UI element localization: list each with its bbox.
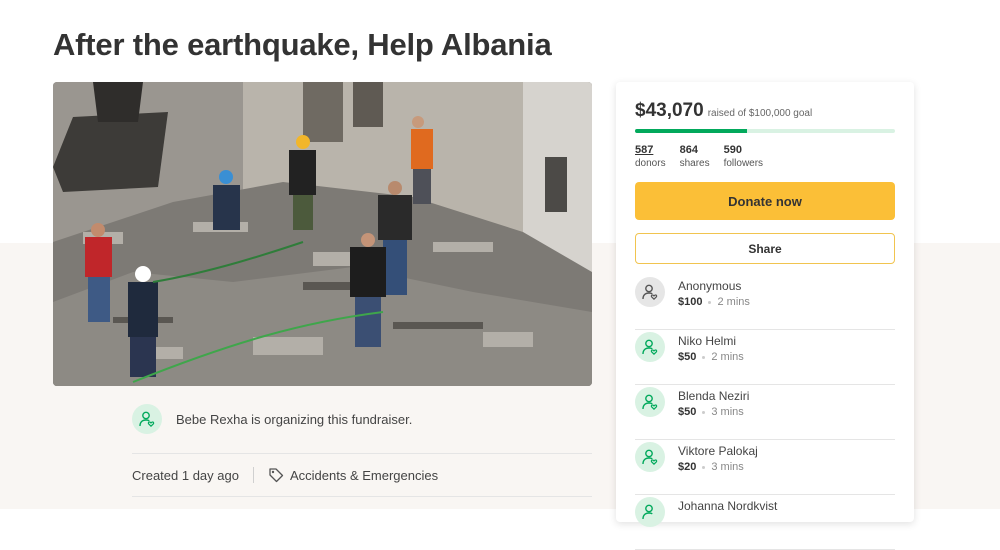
amount-raised: $43,070 (635, 100, 704, 121)
campaign-stats: 587 donors 864 shares 590 followers (635, 144, 777, 170)
donors-stat[interactable]: 587 donors (635, 144, 666, 170)
dot-separator (702, 355, 706, 359)
followers-label: followers (723, 158, 764, 169)
organizer-text: Bebe Rexha is organizing this fundraiser… (176, 411, 413, 427)
user-heart-icon (642, 394, 658, 411)
donation-item: Anonymous $100 2 mins (635, 275, 895, 330)
donation-item: Johanna Nordkvist (635, 495, 895, 550)
followers-count: 590 (723, 144, 742, 156)
user-heart-icon (642, 449, 658, 466)
donation-detail: $50 3 mins (678, 406, 744, 418)
amount-row: $43,070 raised of $100,000 goal (635, 100, 812, 122)
donation-item: Niko Helmi $50 2 mins (635, 330, 895, 385)
category-link[interactable]: Accidents & Emergencies (268, 467, 438, 483)
donation-detail: $20 3 mins (678, 461, 744, 473)
share-button[interactable]: Share (635, 233, 895, 264)
donation-amount: $100 (678, 296, 703, 308)
created-time: Created 1 day ago (132, 467, 239, 483)
user-heart-icon (642, 504, 653, 520)
donate-now-button[interactable]: Donate now (635, 182, 895, 220)
shares-stat: 864 shares (680, 144, 710, 170)
user-heart-icon (139, 411, 155, 428)
donation-amount: $50 (678, 406, 697, 418)
donor-name: Niko Helmi (678, 334, 737, 348)
divider (132, 453, 592, 454)
dot-separator (708, 300, 712, 304)
shares-label: shares (679, 158, 710, 169)
donation-sidebar: $43,070 raised of $100,000 goal 587 dono… (616, 82, 914, 550)
user-heart-icon (642, 339, 658, 356)
user-heart-icon (642, 284, 658, 301)
donor-avatar (635, 387, 665, 417)
donors-label: donors (635, 158, 666, 169)
donation-amount: $20 (678, 461, 697, 473)
progress-fill (635, 129, 747, 133)
goal-text: raised of $100,000 goal (707, 108, 813, 119)
donation-time: 3 mins (711, 461, 744, 473)
page-title: After the earthquake, Help Albania (53, 27, 552, 62)
shares-count: 864 (679, 144, 698, 156)
donation-time: 3 mins (711, 406, 744, 418)
campaign-meta: Created 1 day ago Accidents & Emergencie… (132, 467, 438, 483)
tag-icon (269, 468, 284, 483)
donor-avatar (635, 442, 665, 472)
donation-amount: $50 (678, 351, 697, 363)
dot-separator (702, 410, 706, 414)
donation-detail: $100 2 mins (678, 296, 750, 308)
campaign-hero-image (53, 82, 592, 386)
category-label: Accidents & Emergencies (289, 467, 439, 483)
donor-name: Johanna Nordkvist (678, 499, 778, 513)
dot-separator (702, 465, 706, 469)
meta-separator (252, 467, 254, 483)
donor-avatar (635, 332, 665, 362)
donor-avatar (635, 497, 665, 527)
donor-avatar (635, 277, 665, 307)
donation-time: 2 mins (717, 296, 750, 308)
organizer-row: Bebe Rexha is organizing this fundraiser… (132, 404, 412, 434)
donor-name: Anonymous (678, 279, 742, 293)
donors-count[interactable]: 587 (635, 144, 666, 157)
donor-name: Viktore Palokaj (678, 444, 758, 458)
donation-detail: $50 2 mins (678, 351, 744, 363)
donation-item: Blenda Neziri $50 3 mins (635, 385, 895, 440)
donor-name: Blenda Neziri (678, 389, 750, 403)
progress-bar (635, 129, 895, 133)
donation-item: Viktore Palokaj $20 3 mins (635, 440, 895, 495)
followers-stat: 590 followers (724, 144, 763, 170)
donation-time: 2 mins (711, 351, 744, 363)
divider (132, 496, 592, 497)
organizer-avatar (132, 404, 162, 434)
